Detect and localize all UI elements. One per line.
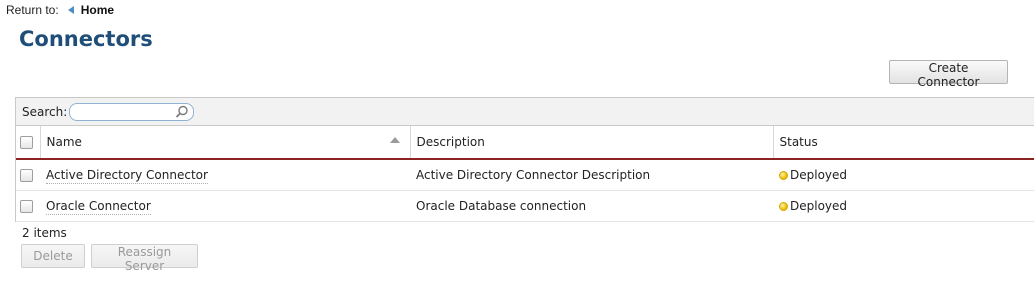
row-checkbox[interactable] xyxy=(20,200,33,213)
status-cell: Deployed xyxy=(773,159,1034,191)
status-cell: Deployed xyxy=(773,190,1034,222)
items-count: 2 items xyxy=(22,226,67,240)
description-cell: Oracle Database connection xyxy=(410,190,773,222)
row-select-cell xyxy=(16,159,40,191)
home-link[interactable]: Home xyxy=(81,3,114,17)
status-text: Deployed xyxy=(790,168,848,182)
name-cell: Active Directory Connector xyxy=(40,159,410,191)
column-header-description[interactable]: Description xyxy=(410,126,774,160)
select-all-checkbox[interactable] xyxy=(20,136,33,149)
page-title: Connectors xyxy=(19,27,153,51)
return-label: Return to: xyxy=(6,3,59,17)
description-cell: Active Directory Connector Description xyxy=(410,159,773,191)
create-connector-button[interactable]: Create Connector xyxy=(889,60,1008,89)
row-select-cell xyxy=(16,190,40,222)
select-all-cell xyxy=(16,126,41,160)
row-checkbox[interactable] xyxy=(20,169,33,182)
search-icon[interactable] xyxy=(175,105,189,119)
name-cell: Oracle Connector xyxy=(40,190,410,222)
connector-name-link[interactable]: Oracle Connector xyxy=(46,199,151,215)
back-arrow-icon[interactable] xyxy=(67,6,74,14)
deployed-status-icon xyxy=(779,171,788,180)
sort-ascending-icon xyxy=(389,137,400,143)
reassign-server-button[interactable]: Reassign Server xyxy=(91,244,198,273)
table-row[interactable]: Active Directory Connector Active Direct… xyxy=(16,159,1034,191)
return-bar: Return to: Home xyxy=(6,3,114,17)
search-label: Search: xyxy=(22,104,68,119)
table-header-row: Name Description Status xyxy=(16,126,1034,160)
search-bar: Search: xyxy=(16,98,1034,126)
deployed-status-icon xyxy=(779,202,788,211)
column-header-name[interactable]: Name xyxy=(40,126,411,160)
search-box[interactable] xyxy=(69,102,195,121)
connectors-table: Name Description Status Active Directory… xyxy=(16,126,1034,222)
status-text: Deployed xyxy=(790,199,848,213)
connector-name-link[interactable]: Active Directory Connector xyxy=(46,168,208,184)
column-header-status[interactable]: Status xyxy=(773,126,1034,160)
delete-button[interactable]: Delete xyxy=(21,244,85,268)
table-row[interactable]: Oracle Connector Oracle Database connect… xyxy=(16,190,1034,222)
connectors-grid: Search: Name Description Status Active D… xyxy=(15,97,1034,222)
column-header-name-label: Name xyxy=(46,135,82,149)
search-input[interactable] xyxy=(76,104,177,119)
